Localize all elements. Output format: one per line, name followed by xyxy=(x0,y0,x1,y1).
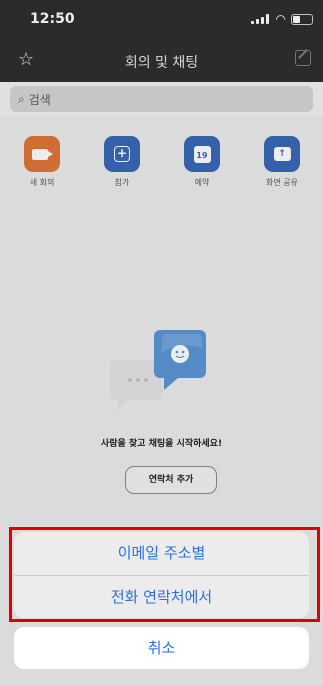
highlight-box xyxy=(9,527,320,622)
cancel-button[interactable]: 취소 xyxy=(14,627,309,669)
